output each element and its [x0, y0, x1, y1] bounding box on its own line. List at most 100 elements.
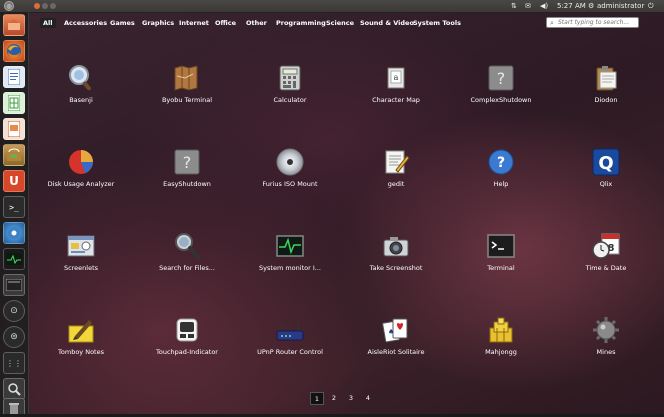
disc-icon	[276, 148, 304, 176]
app-tile-search-for-files[interactable]: Search for Files...	[137, 232, 237, 292]
app-label: AisleRiot Solitaire	[367, 348, 425, 356]
app-tile-tomboy-notes[interactable]: Tomboy Notes	[31, 316, 131, 376]
app-label: Qlix	[599, 180, 613, 188]
category-office[interactable]: Office	[212, 18, 239, 28]
firefox-icon[interactable]	[3, 40, 25, 62]
launcher-terminal-2-icon[interactable]	[3, 274, 25, 296]
app-tile-furius-iso-mount[interactable]: Furius ISO Mount	[240, 148, 340, 208]
search-input[interactable]	[558, 18, 636, 27]
app-tile-calculator[interactable]: Calculator	[240, 64, 340, 124]
magnifier-icon	[67, 64, 95, 92]
page-2-button[interactable]: 2	[327, 392, 341, 405]
search-lens-icon[interactable]	[3, 378, 25, 400]
search-icon: ⌕	[550, 19, 554, 27]
home-folder-icon[interactable]	[3, 14, 25, 36]
category-games[interactable]: Games	[107, 18, 138, 28]
app-label: System monitor I...	[259, 264, 321, 272]
mail-icon[interactable]: ✉	[525, 1, 531, 11]
app-tile-aisleriot-solitaire[interactable]: ♠ AisleRiot Solitaire	[346, 316, 446, 376]
volume-icon[interactable]: ◀)	[540, 1, 548, 11]
question-icon: ?	[487, 64, 515, 92]
category-accessories[interactable]: Accessories	[61, 18, 110, 28]
top-panel: ◎ ⇅ ✉ ◀) 5:27 AM ⚙ administrator ⏻	[0, 0, 664, 13]
camera-icon	[382, 232, 410, 260]
ubuntu-one-icon[interactable]: U	[3, 170, 25, 192]
app-tile-qlix[interactable]: Q Qlix	[556, 148, 656, 208]
maximize-window-button[interactable]	[50, 3, 56, 9]
category-programming[interactable]: Programming	[273, 18, 329, 28]
app-label: Search for Files...	[159, 264, 215, 272]
svg-text:?: ?	[183, 153, 192, 172]
calc-spreadsheet-icon[interactable]	[3, 92, 25, 114]
applications-lens-icon[interactable]: ⊙	[3, 300, 25, 322]
app-tile-mines[interactable]: Mines	[556, 316, 656, 376]
app-tile-character-map[interactable]: a Character Map	[346, 64, 446, 124]
router-icon	[276, 316, 304, 344]
app-tile-terminal[interactable]: Terminal	[451, 232, 551, 292]
pie-chart-icon	[67, 148, 95, 176]
launcher-system-monitor-icon[interactable]	[3, 248, 25, 270]
app-label: Character Map	[372, 96, 420, 104]
workspace-switcher-icon[interactable]: ⋮⋮	[3, 352, 25, 374]
app-tile-upnp-router-control[interactable]: UPnP Router Control	[240, 316, 340, 376]
cards-icon: ♠	[382, 316, 410, 344]
app-tile-mahjongg[interactable]: Mahjongg	[451, 316, 551, 376]
notes-icon	[67, 316, 95, 344]
files-lens-icon[interactable]: ⊜	[3, 326, 25, 348]
app-tile-byobu-terminal[interactable]: Byobu Terminal	[137, 64, 237, 124]
app-label: Mines	[596, 348, 616, 356]
app-tile-disk-usage-analyzer[interactable]: Disk Usage Analyzer	[31, 148, 131, 208]
impress-icon[interactable]	[3, 118, 25, 140]
app-label: Disk Usage Analyzer	[47, 180, 115, 188]
app-tile-touchpad-indicator[interactable]: Touchpad-Indicator	[137, 316, 237, 376]
app-tile-complexshutdown[interactable]: ? ComplexShutdown	[451, 64, 551, 124]
app-tile-take-screenshot[interactable]: Take Screenshot	[346, 232, 446, 292]
app-label: UPnP Router Control	[257, 348, 323, 356]
app-tile-basenji[interactable]: Basenji	[31, 64, 131, 124]
app-tile-screenlets[interactable]: Screenlets	[31, 232, 131, 292]
app-tile-diodon[interactable]: Diodon	[556, 64, 656, 124]
category-all[interactable]: All	[40, 18, 56, 28]
ubuntu-logo-icon[interactable]: ◎	[4, 1, 14, 11]
app-label: Take Screenshot	[369, 264, 423, 272]
app-tile-system-monitor[interactable]: System monitor I...	[240, 232, 340, 292]
terminal-icon	[487, 232, 515, 260]
svg-text:♠: ♠	[388, 328, 394, 336]
close-window-button[interactable]	[34, 3, 40, 9]
category-system-tools[interactable]: System Tools	[410, 18, 464, 28]
page-4-button[interactable]: 4	[361, 392, 375, 405]
category-science[interactable]: Science	[323, 18, 357, 28]
category-sound-video[interactable]: Sound & Video	[357, 18, 417, 28]
clock-label[interactable]: 5:27 AM	[557, 1, 586, 11]
app-tile-help[interactable]: ? Help	[451, 148, 551, 208]
map-icon	[173, 64, 201, 92]
app-tile-easyshutdown[interactable]: ? EasyShutdown	[137, 148, 237, 208]
app-label: Basenji	[69, 96, 93, 104]
network-icon[interactable]: ⇅	[511, 1, 517, 11]
category-internet[interactable]: Internet	[176, 18, 212, 28]
category-graphics[interactable]: Graphics	[139, 18, 177, 28]
character-map-glyph: a	[394, 73, 399, 82]
clipboard-icon	[592, 64, 620, 92]
app-tile-gedit[interactable]: gedit	[346, 148, 446, 208]
page-3-button[interactable]: 3	[344, 392, 358, 405]
qlix-glyph: Q	[598, 153, 613, 174]
screenlets-icon	[67, 232, 95, 260]
writer-icon[interactable]	[3, 66, 25, 88]
desktop-screen: ◎ ⇅ ✉ ◀) 5:27 AM ⚙ administrator ⏻ U >_ …	[0, 0, 664, 417]
user-icon[interactable]: ⚙	[588, 1, 594, 11]
app-tile-time-date[interactable]: 8 Time & Date	[556, 232, 656, 292]
touchpad-icon	[173, 316, 201, 344]
category-other[interactable]: Other	[243, 18, 270, 28]
mine-icon	[592, 316, 620, 344]
app-label: Byobu Terminal	[161, 96, 213, 104]
page-1-button[interactable]: 1	[310, 392, 324, 405]
software-center-icon[interactable]	[3, 144, 25, 166]
app-label: Terminal	[487, 264, 515, 272]
power-icon[interactable]: ⏻	[648, 1, 654, 11]
chromium-icon[interactable]	[3, 222, 25, 244]
app-label: Touchpad-Indicator	[156, 348, 218, 356]
minimize-window-button[interactable]	[42, 3, 48, 9]
launcher-terminal-icon[interactable]: >_	[3, 196, 25, 218]
user-name[interactable]: administrator	[597, 1, 644, 11]
